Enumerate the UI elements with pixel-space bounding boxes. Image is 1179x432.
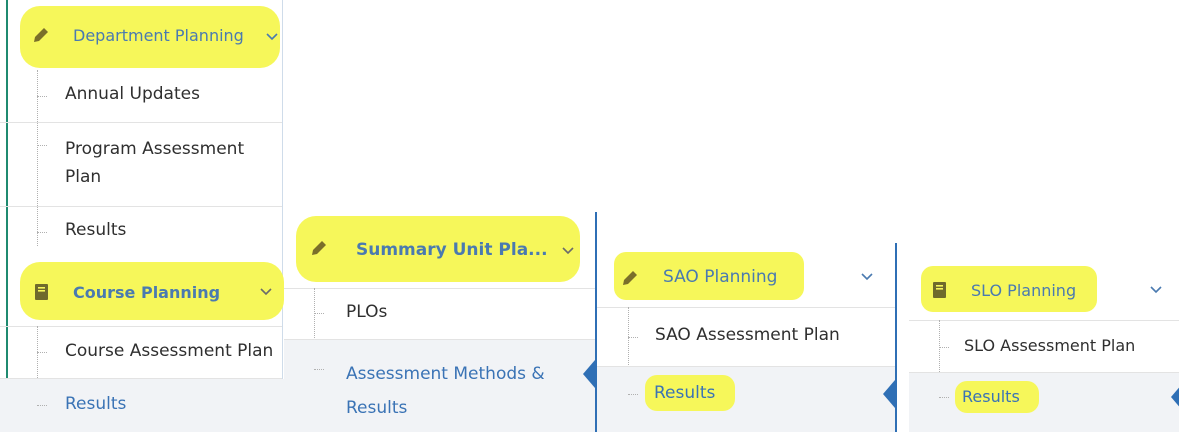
- menu-item-annual-updates[interactable]: Annual Updates: [65, 84, 200, 104]
- active-indicator: [1171, 383, 1179, 411]
- tree-branch: [314, 369, 324, 370]
- separator: [909, 372, 1179, 373]
- chevron-down-icon[interactable]: [860, 270, 874, 284]
- menu-item-program-assessment-plan[interactable]: Program Assessment Plan: [65, 135, 270, 191]
- book-icon: [933, 282, 946, 298]
- tree-branch: [37, 96, 47, 97]
- separator: [597, 307, 895, 308]
- tree-branch: [37, 145, 47, 146]
- separator: [0, 326, 282, 327]
- book-icon: [35, 284, 48, 300]
- separator: [909, 320, 1179, 321]
- panel1-right-border: [282, 0, 283, 432]
- separator: [284, 288, 595, 289]
- menu-item-results[interactable]: Results: [65, 220, 126, 240]
- tree-branch: [939, 347, 949, 348]
- slo-planning-label[interactable]: SLO Planning: [971, 281, 1076, 300]
- tree-branch: [939, 397, 949, 398]
- tree-branch: [314, 313, 324, 314]
- separator: [0, 206, 282, 207]
- panel-sao-planning: SAO Planning SAO Assessment Plan Results: [597, 243, 897, 432]
- sao-planning-label[interactable]: SAO Planning: [663, 267, 777, 287]
- menu-item-slo-assessment-plan[interactable]: SLO Assessment Plan: [964, 336, 1135, 355]
- separator: [0, 122, 282, 123]
- chevron-down-icon[interactable]: [265, 30, 279, 44]
- pencil-icon: [623, 271, 637, 285]
- tree-branch: [628, 394, 638, 395]
- panel3-right-border: [895, 243, 897, 432]
- tree-branch: [37, 405, 47, 406]
- tree-branch: [37, 352, 47, 353]
- separator: [284, 339, 595, 340]
- pencil-icon: [312, 241, 326, 255]
- active-indicator: [583, 360, 595, 388]
- panel-summary-unit-planning: Summary Unit Pla... PLOs Assessment Meth…: [284, 212, 597, 432]
- active-indicator: [883, 380, 895, 408]
- separator: [597, 366, 895, 367]
- chevron-down-icon[interactable]: [561, 244, 575, 258]
- tree-branch: [628, 337, 638, 338]
- menu-item-assessment-methods-results[interactable]: Assessment Methods & Results: [346, 357, 582, 425]
- summary-unit-label[interactable]: Summary Unit Pla...: [356, 240, 548, 260]
- panel1-left-border: [6, 0, 8, 432]
- menu-item-sao-assessment-plan[interactable]: SAO Assessment Plan: [655, 325, 840, 345]
- panel-slo-planning: SLO Planning SLO Assessment Plan Results: [909, 252, 1179, 432]
- menu-item-course-results[interactable]: Results: [65, 394, 126, 414]
- menu-item-sao-results[interactable]: Results: [654, 383, 715, 403]
- active-row-bg: [909, 373, 1179, 432]
- chevron-down-icon[interactable]: [1149, 283, 1163, 297]
- separator: [0, 378, 282, 379]
- menu-item-plos[interactable]: PLOs: [346, 302, 387, 322]
- tree-branch: [37, 232, 47, 233]
- dept-planning-label[interactable]: Department Planning: [73, 26, 244, 45]
- active-row-bg: [597, 367, 895, 432]
- chevron-down-icon[interactable]: [259, 285, 273, 299]
- menu-item-slo-results[interactable]: Results: [962, 387, 1020, 406]
- panel-department-planning: Department Planning Annual Updates Progr…: [0, 0, 284, 432]
- menu-item-course-assessment-plan[interactable]: Course Assessment Plan: [65, 341, 273, 361]
- course-planning-label[interactable]: Course Planning: [73, 283, 220, 302]
- pencil-icon: [34, 28, 48, 42]
